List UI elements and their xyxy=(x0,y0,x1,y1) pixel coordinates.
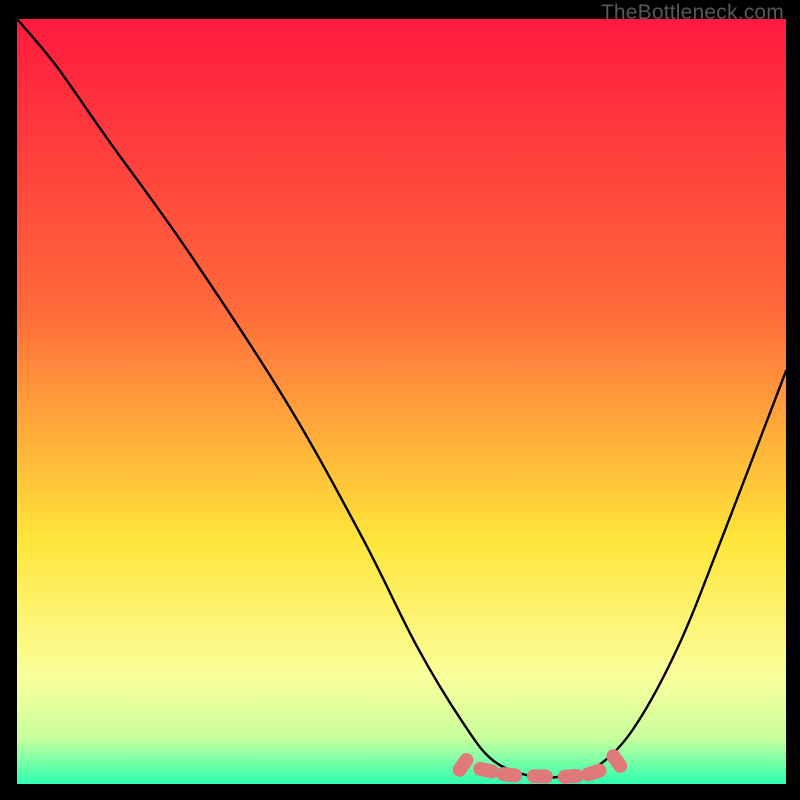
bottom-marker xyxy=(557,768,584,784)
plot-area xyxy=(17,19,786,784)
gradient-background xyxy=(17,19,786,784)
chart-frame: TheBottleneck.com xyxy=(0,0,800,800)
bottom-marker xyxy=(527,769,553,784)
chart-svg xyxy=(17,19,786,784)
